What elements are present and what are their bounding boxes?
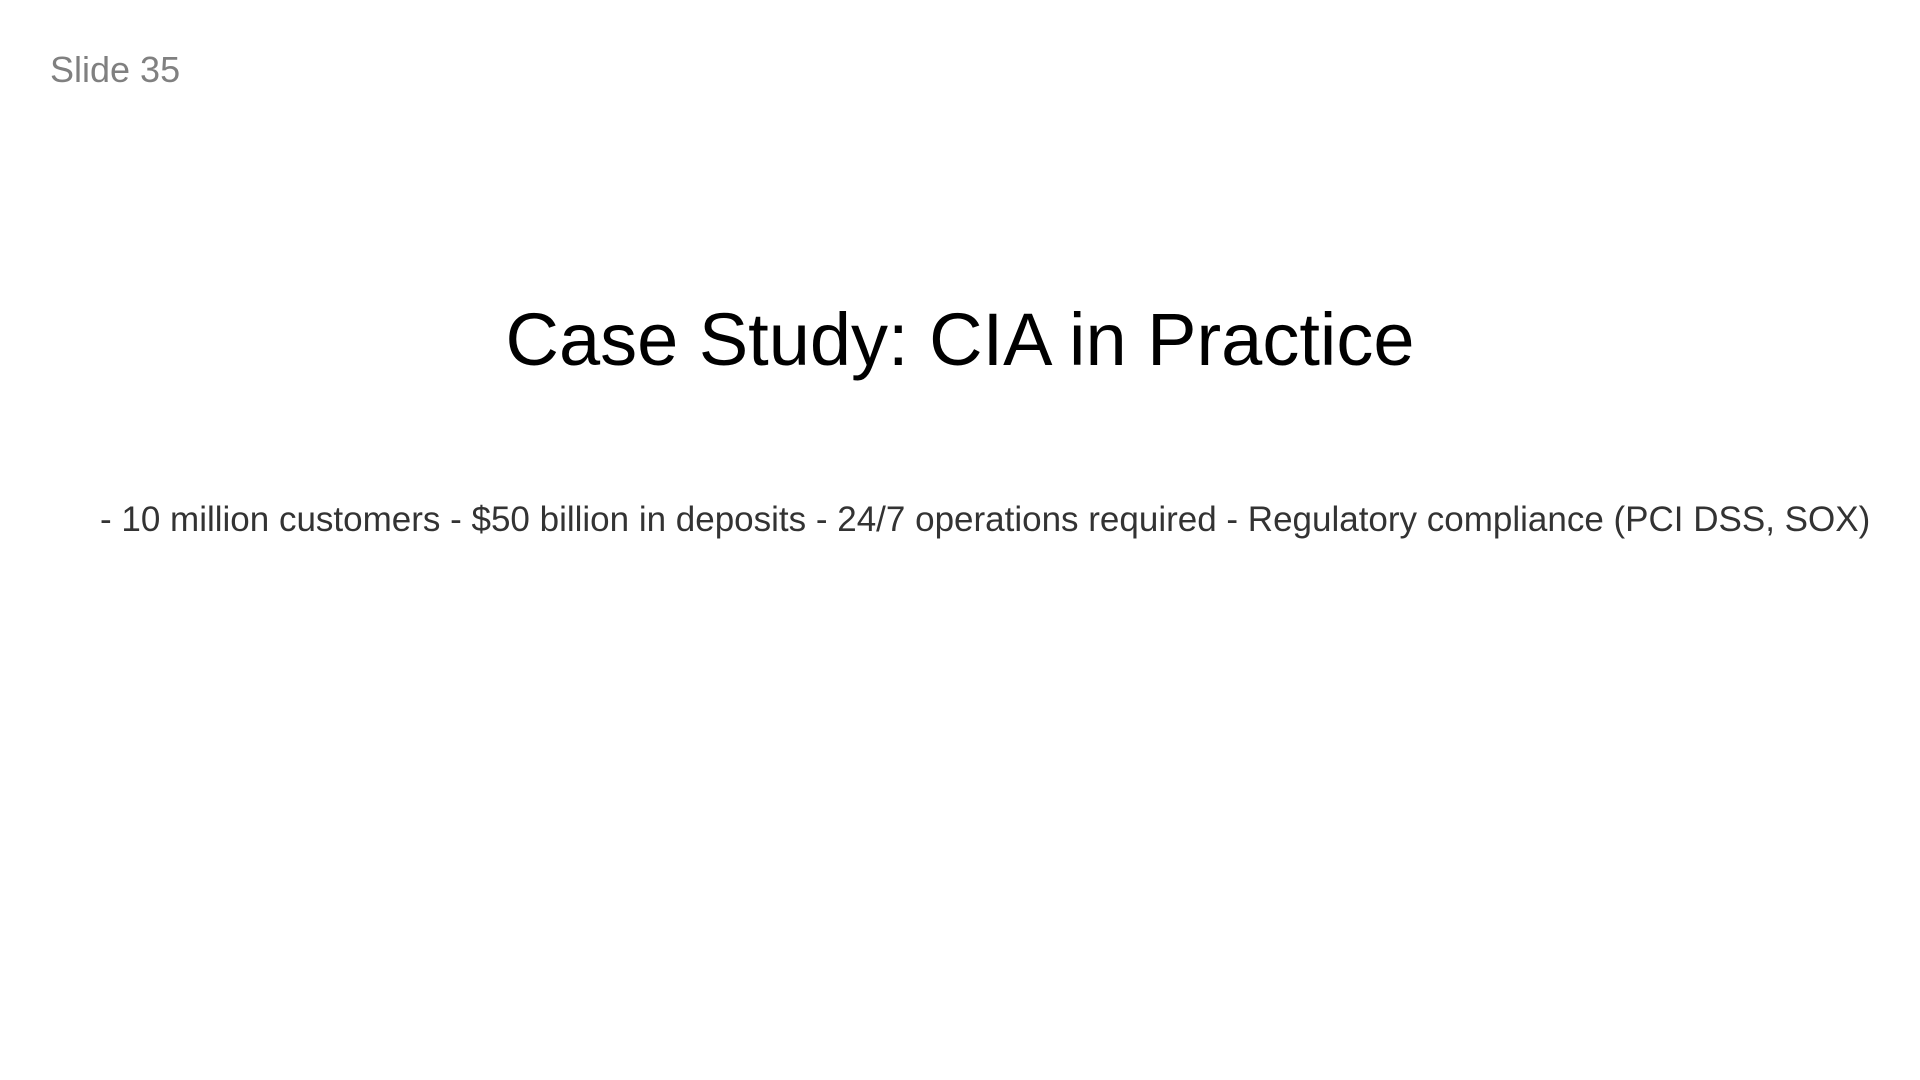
slide-number: Slide 35 bbox=[50, 49, 181, 90]
slide-title: Case Study: CIA in Practice bbox=[505, 298, 1415, 381]
slide: Slide 35 Case Study: CIA in Practice - 1… bbox=[0, 0, 1920, 1080]
slide-body-text: - 10 million customers - $50 billion in … bbox=[100, 500, 1871, 539]
